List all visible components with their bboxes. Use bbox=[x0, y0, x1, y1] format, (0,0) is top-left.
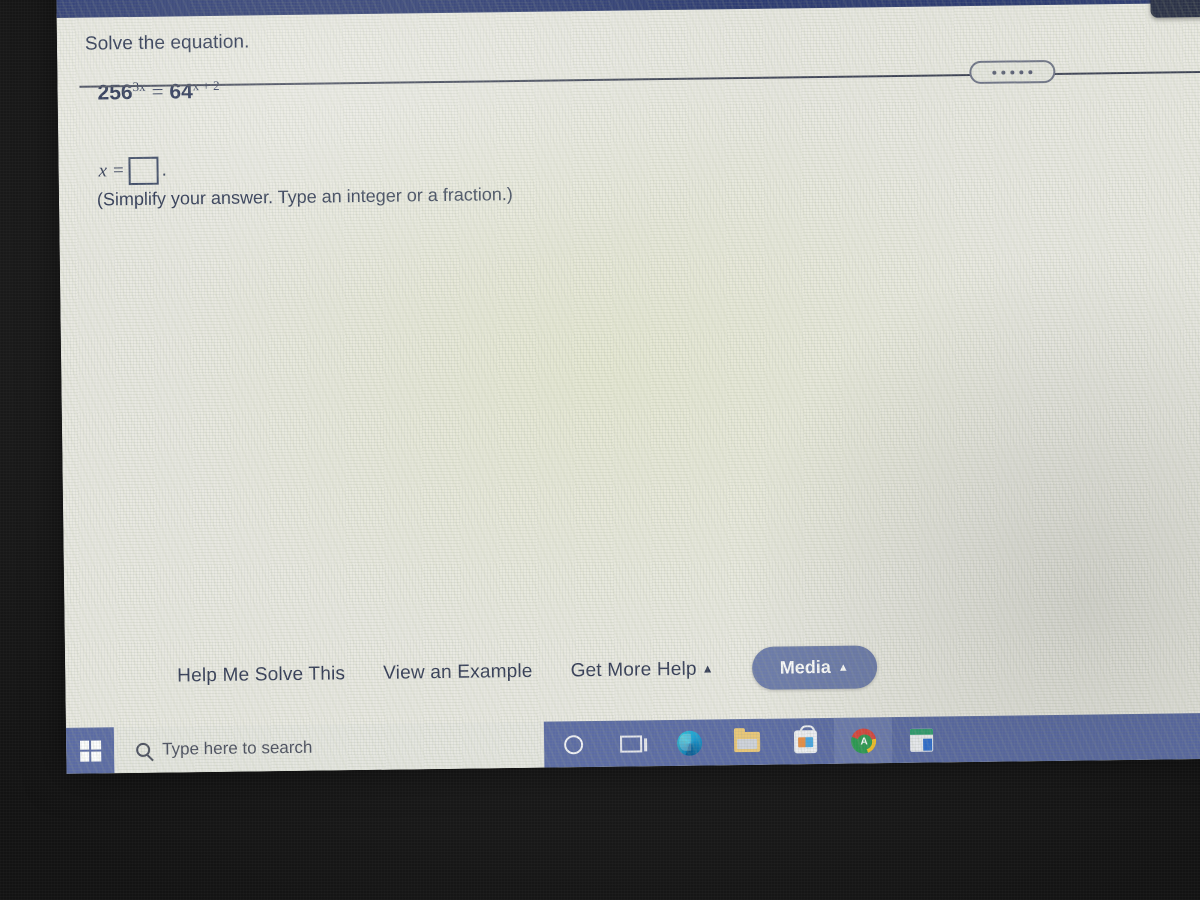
handle-dot bbox=[1010, 69, 1015, 75]
file-explorer-icon bbox=[733, 731, 761, 753]
handle-dot bbox=[1028, 69, 1033, 74]
handle-dot bbox=[1019, 69, 1024, 74]
get-more-help-label: Get More Help bbox=[570, 658, 697, 681]
caret-up-icon: ▲ bbox=[837, 661, 849, 674]
google-chrome-button[interactable] bbox=[833, 717, 893, 764]
answer-variable-label: x = bbox=[98, 160, 125, 182]
view-an-example-button[interactable]: View an Example bbox=[383, 660, 533, 684]
exercise-action-bar: Help Me Solve This View an Example Get M… bbox=[177, 645, 878, 697]
next-button-label: Ne bbox=[1170, 0, 1196, 5]
answer-instruction: (Simplify your answer. Type an integer o… bbox=[96, 184, 513, 210]
spreadsheet-button[interactable] bbox=[892, 716, 951, 763]
microsoft-edge-icon bbox=[676, 730, 702, 756]
answer-trailing-punctuation: . bbox=[161, 159, 168, 181]
handle-dot bbox=[992, 70, 997, 75]
laptop-screen: Ne Solve the equation. 2563x=64x + 2 x =… bbox=[56, 0, 1200, 774]
spreadsheet-icon bbox=[909, 728, 933, 752]
cortana-button[interactable] bbox=[544, 721, 603, 768]
search-input[interactable]: Type here to search bbox=[162, 738, 313, 760]
answer-input[interactable] bbox=[128, 156, 159, 186]
media-button[interactable]: Media ▲ bbox=[751, 645, 878, 690]
get-more-help-button[interactable]: Get More Help ▲ bbox=[570, 658, 714, 682]
answer-row: x = . bbox=[98, 156, 168, 186]
windows-logo-icon bbox=[79, 739, 101, 762]
file-explorer-button[interactable] bbox=[718, 719, 777, 766]
microsoft-store-button[interactable] bbox=[776, 718, 835, 765]
equation-relation: = bbox=[151, 79, 164, 104]
taskbar-icon-tray bbox=[543, 712, 1200, 768]
taskbar-search-box[interactable]: Type here to search bbox=[113, 721, 545, 774]
problem-prompt: Solve the equation. bbox=[84, 31, 250, 55]
help-me-solve-this-button[interactable]: Help Me Solve This bbox=[177, 663, 345, 687]
next-button[interactable]: Ne bbox=[1150, 0, 1200, 18]
photo-of-laptop-screen: Ne Solve the equation. 2563x=64x + 2 x =… bbox=[0, 0, 1200, 900]
microsoft-edge-button[interactable] bbox=[660, 719, 719, 766]
microsoft-store-icon bbox=[793, 729, 817, 753]
handle-dot bbox=[1001, 70, 1006, 75]
search-icon bbox=[136, 742, 151, 758]
google-chrome-icon bbox=[850, 727, 876, 754]
task-view-button[interactable] bbox=[602, 720, 661, 767]
start-button[interactable] bbox=[65, 727, 115, 774]
media-label: Media bbox=[779, 656, 831, 678]
caret-up-icon: ▲ bbox=[701, 660, 714, 676]
cortana-icon bbox=[563, 734, 583, 754]
divider-drag-handle[interactable] bbox=[969, 59, 1056, 85]
equation-display: 2563x=64x + 2 bbox=[97, 78, 219, 106]
task-view-icon bbox=[620, 734, 643, 753]
